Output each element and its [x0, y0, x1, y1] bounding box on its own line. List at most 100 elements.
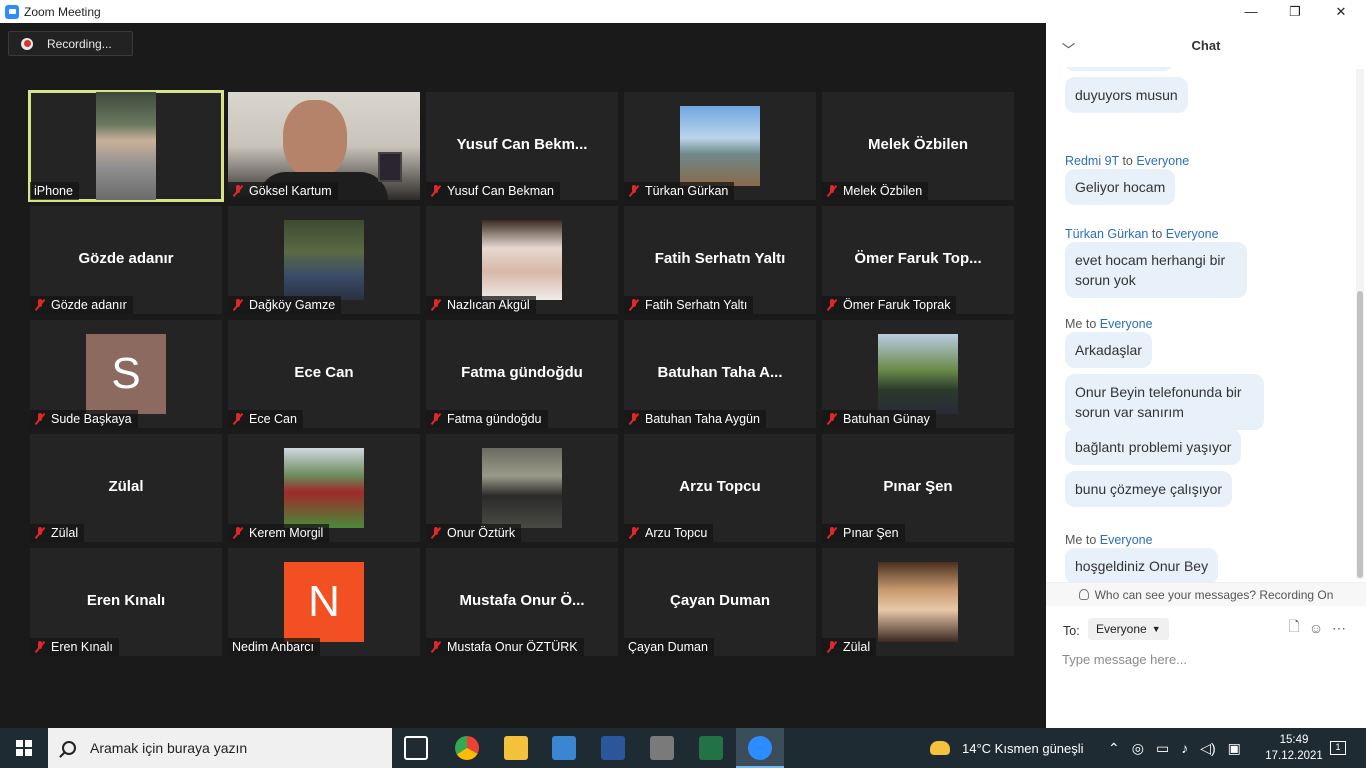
show-hidden-icons-chevron-icon[interactable]: ⌃ — [1108, 740, 1120, 757]
participant-tile[interactable]: Gözde adanır Gözde adanır — [30, 206, 222, 314]
participant-name: Ömer Faruk Toprak — [843, 298, 951, 312]
participant-tile[interactable]: Göksel Kartum — [228, 92, 420, 200]
participant-tile[interactable]: Fatih Serhatn Yaltı Fatih Serhatn Yaltı — [624, 206, 816, 314]
participant-name: iPhone — [34, 184, 73, 198]
clock[interactable]: 15:49 17.12.2021 — [1264, 732, 1324, 764]
participant-tile[interactable]: Türkan Gürkan — [624, 92, 816, 200]
participant-name-label: Nazlıcan Akgül — [426, 296, 536, 314]
participant-tile[interactable]: Ece Can Ece Can — [228, 320, 420, 428]
participant-tile[interactable]: Onur Öztürk — [426, 434, 618, 542]
message-sender-line: Me to Everyone — [1065, 317, 1153, 331]
chat-message-bubble[interactable]: duyuyors musun — [1065, 77, 1188, 113]
participant-name-label: Ece Can — [228, 410, 303, 428]
muted-microphone-icon — [34, 527, 46, 539]
scrollbar-thumb[interactable] — [1357, 291, 1363, 578]
participant-tile[interactable]: Ömer Faruk Top... Ömer Faruk Toprak — [822, 206, 1014, 314]
chat-scrollbar[interactable] — [1356, 69, 1364, 579]
chat-message-bubble[interactable]: bağlantı problemi yaşıyor — [1065, 429, 1242, 465]
message-input[interactable] — [1062, 646, 1352, 672]
microphone-icon[interactable]: ♪ — [1181, 740, 1188, 756]
calculator-icon[interactable] — [650, 736, 674, 760]
muted-microphone-icon — [826, 527, 838, 539]
message-sender-line: Türkan Gürkan to Everyone — [1065, 227, 1219, 241]
participant-tile[interactable]: Nazlıcan Akgül — [426, 206, 618, 314]
taskbar-search[interactable]: Aramak için buraya yazın — [48, 728, 392, 768]
chat-message-bubble[interactable]: Geliyor hocam — [1065, 169, 1176, 205]
participant-name: Yusuf Can Bekman — [447, 184, 555, 198]
privacy-notice[interactable]: Who can see your messages? Recording On — [1046, 582, 1366, 606]
participant-photo — [878, 334, 958, 414]
participant-tile[interactable]: Dağköy Gamze — [228, 206, 420, 314]
participant-tile[interactable]: Eren Kınalı Eren Kınalı — [30, 548, 222, 656]
recipient-dropdown[interactable]: Everyone ▼ — [1088, 618, 1169, 640]
recording-label: Recording... — [47, 36, 112, 51]
emoji-icon[interactable]: ☺ — [1308, 620, 1324, 636]
chat-message-bubble[interactable]: bunu çözmeye çalışıyor — [1065, 471, 1233, 507]
muted-microphone-icon — [826, 185, 838, 197]
file-icon[interactable]: 🗋 — [1286, 618, 1302, 636]
participant-photo — [482, 220, 562, 300]
participant-tile[interactable]: iPhone — [28, 90, 224, 202]
participant-tile[interactable]: Arzu Topcu Arzu Topcu — [624, 434, 816, 542]
sender-name: Me — [1065, 317, 1083, 331]
weather-widget[interactable]: 14°C Kısmen güneşli — [930, 728, 1084, 768]
system-tray: ⌃ ◎ ▭ ♪ ◁) ▣ — [1108, 728, 1241, 768]
more-options-icon[interactable]: ⋯ — [1331, 620, 1347, 636]
participant-display-name: Çayan Duman — [669, 592, 771, 609]
participant-tile[interactable]: Kerem Morgil — [228, 434, 420, 542]
muted-microphone-icon — [34, 641, 46, 653]
maximize-button[interactable]: ❐ — [1272, 0, 1318, 23]
meet-now-icon[interactable]: ◎ — [1132, 740, 1144, 757]
participant-tile[interactable]: N Nedim Anbarcı — [228, 548, 420, 656]
muted-microphone-icon — [628, 299, 640, 311]
chrome-icon[interactable] — [455, 736, 479, 760]
chevron-down-icon: ▼ — [1151, 624, 1161, 634]
participant-name: Çayan Duman — [628, 640, 708, 654]
clock-date: 17.12.2021 — [1265, 750, 1323, 762]
sender-separator: to — [1148, 227, 1166, 241]
file-explorer-icon[interactable] — [504, 736, 528, 760]
participant-tile[interactable]: Fatma gündoğdu Fatma gündoğdu — [426, 320, 618, 428]
start-button[interactable] — [0, 728, 48, 768]
participant-photo — [878, 562, 958, 642]
participant-tile[interactable]: Batuhan Taha A... Batuhan Taha Aygün — [624, 320, 816, 428]
participant-tile[interactable]: Pınar Şen Pınar Şen — [822, 434, 1014, 542]
participant-display-name: Melek Özbilen — [867, 136, 969, 153]
zoom-icon[interactable] — [748, 736, 772, 760]
participant-tile[interactable]: Yusuf Can Bekm... Yusuf Can Bekman — [426, 92, 618, 200]
network-icon[interactable]: ▣ — [1228, 740, 1241, 757]
collapse-chevron-icon[interactable]: ⌵ — [1062, 37, 1075, 52]
word-icon[interactable] — [601, 736, 625, 760]
recording-indicator[interactable]: Recording... — [8, 31, 133, 56]
participant-name: Melek Özbilen — [843, 184, 923, 198]
minimize-button[interactable]: — — [1228, 0, 1274, 23]
sender-separator: to — [1118, 154, 1137, 168]
participant-name-label: Yusuf Can Bekman — [426, 182, 561, 200]
participant-name: Mustafa Onur ÖZTÜRK — [447, 640, 578, 654]
excel-icon[interactable] — [699, 736, 723, 760]
participant-tile[interactable]: Zülal — [822, 548, 1014, 656]
participant-name: Arzu Topcu — [645, 526, 708, 540]
chat-message-bubble[interactable]: hoşgeldiniz Onur Bey — [1065, 548, 1219, 582]
participant-tile[interactable]: Melek Özbilen Melek Özbilen — [822, 92, 1014, 200]
chat-message-bubble[interactable]: Arkadaşlar — [1065, 332, 1152, 368]
participant-display-name: Ece Can — [294, 364, 354, 381]
participant-tile[interactable]: Batuhan Günay — [822, 320, 1014, 428]
chat-message-bubble[interactable]: Onur Beyin telefonunda bir sorun var san… — [1065, 374, 1264, 430]
recipient-name: Everyone — [1165, 227, 1219, 241]
notification-center-icon[interactable]: 1 — [1326, 728, 1350, 768]
participant-display-name: Ömer Faruk Top... — [854, 250, 982, 267]
participant-tile[interactable]: Çayan Duman Çayan Duman — [624, 548, 816, 656]
battery-icon[interactable]: ▭ — [1156, 740, 1169, 757]
chat-message-bubble[interactable]: evet hocam herhangi bir sorun yok — [1065, 242, 1247, 298]
participant-name-label: Göksel Kartum — [228, 182, 338, 200]
muted-microphone-icon — [430, 527, 442, 539]
participant-display-name: Fatih Serhatn Yaltı — [654, 250, 786, 267]
participant-tile[interactable]: Mustafa Onur Ö... Mustafa Onur ÖZTÜRK — [426, 548, 618, 656]
close-button[interactable]: ✕ — [1318, 0, 1364, 23]
participant-tile[interactable]: S Sude Başkaya — [30, 320, 222, 428]
task-view-icon[interactable] — [404, 736, 428, 760]
mail-icon[interactable] — [552, 736, 576, 760]
participant-tile[interactable]: Zülal Zülal — [30, 434, 222, 542]
volume-icon[interactable]: ◁) — [1200, 740, 1215, 757]
